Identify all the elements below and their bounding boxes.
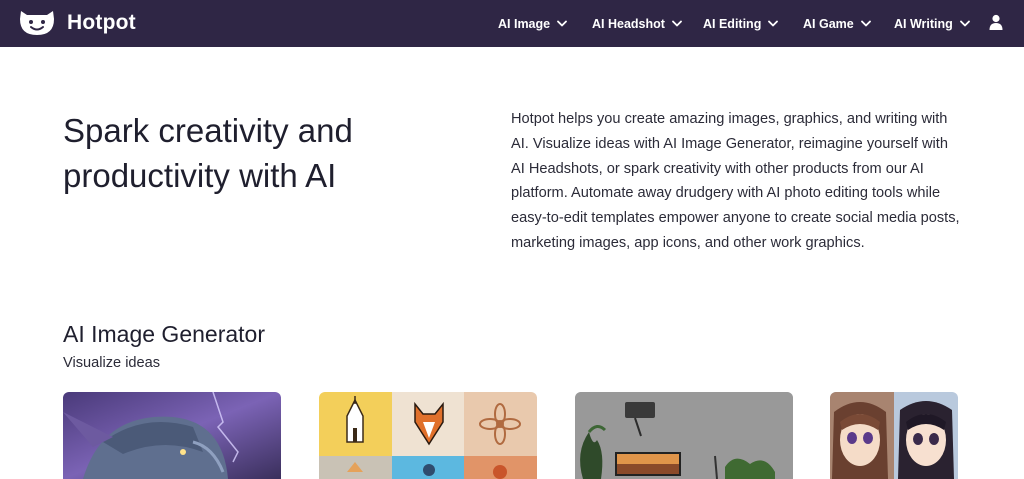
icon-grid-image — [319, 392, 537, 479]
chevron-down-icon — [959, 20, 970, 27]
desk-workspace-image — [575, 392, 793, 479]
section-subtitle: Visualize ideas — [63, 355, 161, 371]
example-card-icon-grid[interactable] — [319, 392, 537, 479]
user-icon[interactable] — [989, 14, 1003, 30]
brand-name: Hotpot — [67, 11, 136, 34]
hero-title: Spark creativity and productivity with A… — [63, 112, 353, 194]
fantasy-elf-image — [63, 392, 281, 479]
chevron-down-icon — [557, 20, 568, 27]
top-nav-bar: Hotpot AI Image AI Headshot AI Editing A… — [0, 0, 1024, 47]
nav-item-label: AI Editing — [703, 16, 762, 31]
nav-item-label: AI Image — [498, 16, 551, 31]
nav-item-label: AI Headshot — [592, 16, 665, 31]
example-card-anime-portrait[interactable] — [830, 392, 958, 479]
hotpot-logo-icon — [20, 11, 54, 35]
nav-item-ai-writing[interactable]: AI Writing — [894, 0, 970, 47]
nav-item-label: AI Writing — [894, 16, 953, 31]
brand-home-link[interactable]: Hotpot — [17, 8, 136, 38]
chevron-down-icon — [672, 20, 682, 27]
chevron-down-icon — [860, 20, 871, 27]
nav-item-ai-game[interactable]: AI Game — [803, 0, 871, 47]
hero-description: Hotpot helps you create amazing images, … — [511, 111, 960, 251]
nav-item-ai-image[interactable]: AI Image — [498, 0, 568, 47]
nav-item-ai-editing[interactable]: AI Editing — [703, 0, 779, 47]
anime-portrait-image — [830, 392, 958, 479]
nav-item-label: AI Game — [803, 16, 854, 31]
example-card-fantasy-elf[interactable] — [63, 392, 281, 479]
chevron-down-icon — [768, 20, 779, 27]
section-title: AI Image Generator — [63, 321, 265, 347]
nav-item-ai-headshot[interactable]: AI Headshot — [592, 0, 682, 47]
example-card-desk-workspace[interactable] — [575, 392, 793, 479]
